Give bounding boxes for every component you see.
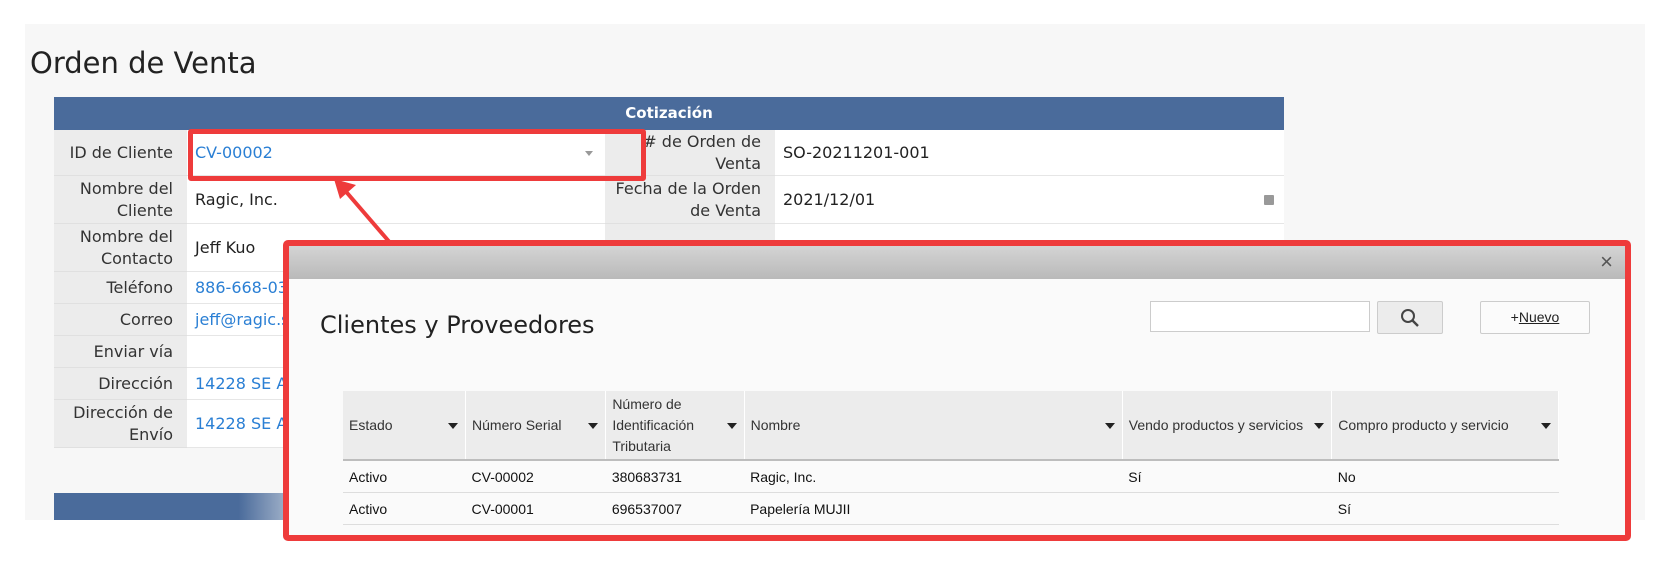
table-cell: 380683731 <box>605 460 745 493</box>
sales-order-date-value: 2021/12/01 <box>783 190 876 209</box>
records-table: Estado Número Serial Número de Identific… <box>343 391 1559 525</box>
search-input[interactable] <box>1150 301 1370 332</box>
column-header[interactable]: Compro producto y servicio <box>1331 391 1559 461</box>
label-customer-name: Nombre del Cliente <box>54 176 187 224</box>
calendar-icon[interactable] <box>1264 194 1274 205</box>
sort-down-icon[interactable] <box>448 423 459 429</box>
search-icon <box>1401 309 1419 327</box>
column-header-label: Estado <box>349 416 393 433</box>
column-header-label: Nombre <box>750 416 801 433</box>
new-button-prefix: + <box>1510 309 1519 325</box>
dialog-title-bar[interactable]: × <box>289 246 1625 279</box>
table-cell: Sí <box>1331 492 1559 525</box>
table-row[interactable]: Activo CV-00002 380683731 Ragic, Inc. Sí… <box>343 460 1559 493</box>
column-header[interactable]: Número de Identificación Tributaria <box>605 391 745 461</box>
table-cell: Activo <box>343 492 466 525</box>
table-cell: Activo <box>343 460 466 493</box>
table-cell: Ragic, Inc. <box>744 460 1123 493</box>
label-customer-id: ID de Cliente <box>54 130 187 176</box>
table-row[interactable]: Activo CV-00001 696537007 Papelería MUJI… <box>343 492 1559 525</box>
arrow-indicator <box>334 179 394 247</box>
table-cell: CV-00002 <box>465 460 606 493</box>
label-contact-name: Nombre del Contacto <box>54 224 187 272</box>
table-cell <box>1122 492 1332 525</box>
dialog-title: Clientes y Proveedores <box>320 311 595 339</box>
sort-down-icon[interactable] <box>1314 423 1325 429</box>
customer-picker-dialog[interactable]: × Clientes y Proveedores +Nuevo Estado N… <box>283 240 1631 541</box>
sales-order-date-field[interactable]: 2021/12/01 <box>775 176 1284 224</box>
new-record-button[interactable]: +Nuevo <box>1480 301 1590 334</box>
sort-down-icon[interactable] <box>588 423 599 429</box>
column-header-label: Número Serial <box>472 416 562 433</box>
table-cell: Papelería MUJII <box>744 492 1123 525</box>
new-button-label: Nuevo <box>1518 309 1560 325</box>
label-shipping-address: Dirección de Envío <box>54 400 187 448</box>
sort-down-icon[interactable] <box>1541 423 1551 429</box>
column-header-label: Número de Identificación Tributaria <box>612 395 695 454</box>
table-cell: No <box>1331 460 1559 493</box>
table-cell: Sí <box>1122 460 1332 493</box>
label-sales-order-date: Fecha de la Orden de Venta <box>605 176 775 224</box>
column-header[interactable]: Estado <box>343 391 467 461</box>
table-cell: 696537007 <box>605 492 745 525</box>
arrow-line <box>340 185 394 247</box>
section-header-cotizacion: Cotización <box>54 97 1284 130</box>
table-cell: CV-00001 <box>465 492 606 525</box>
sales-order-number-field[interactable]: SO-20211201-001 <box>775 130 1284 176</box>
close-icon[interactable]: × <box>1600 250 1613 274</box>
sort-down-icon[interactable] <box>1104 423 1115 429</box>
label-phone: Teléfono <box>54 272 187 304</box>
label-address: Dirección <box>54 368 187 400</box>
column-header-label: Compro producto y servicio <box>1338 416 1509 433</box>
column-header[interactable]: Número Serial <box>465 391 607 461</box>
search-button[interactable] <box>1377 301 1443 334</box>
column-header-label: Vendo productos y servicios <box>1128 416 1304 433</box>
sort-down-icon[interactable] <box>726 423 737 429</box>
table-header-row: Estado Número Serial Número de Identific… <box>343 391 1559 461</box>
page-title: Orden de Venta <box>30 46 257 80</box>
column-header[interactable]: Nombre <box>744 391 1123 461</box>
highlight-customer-id <box>188 129 646 181</box>
sales-order-form: Cotización ID de Cliente CV-00002 Nombre… <box>54 97 1284 448</box>
label-email: Correo <box>54 304 187 336</box>
column-header[interactable]: Vendo productos y servicios <box>1122 391 1333 461</box>
label-ship-via: Enviar vía <box>54 336 187 368</box>
arrow-head <box>334 179 356 199</box>
